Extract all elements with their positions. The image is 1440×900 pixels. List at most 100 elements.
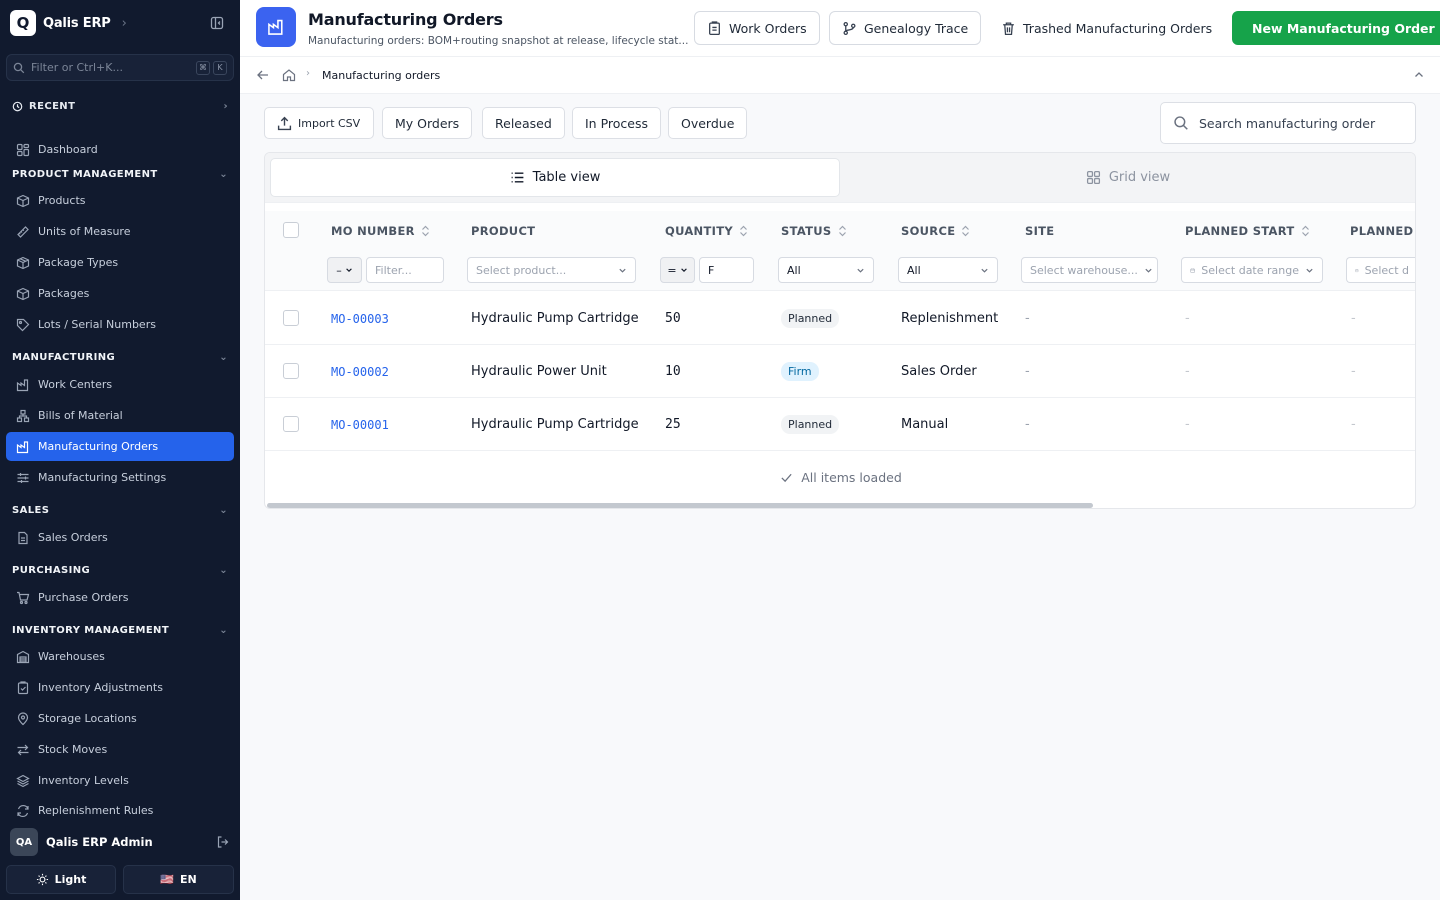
site-filter-select[interactable]: Select warehouse... — [1021, 257, 1158, 283]
product-filter-select[interactable]: Select product... — [467, 257, 636, 283]
product-cell: Hydraulic Pump Cartridge — [471, 311, 639, 326]
quantity-filter-input[interactable]: F — [699, 257, 754, 283]
sidebar-item-manufacturing-settings[interactable]: Manufacturing Settings — [6, 463, 234, 492]
filter-placeholder: Select product... — [476, 263, 567, 277]
recent-section[interactable]: RECENT › — [12, 99, 228, 113]
new-order-label: New Manufacturing Order — [1252, 20, 1435, 36]
genealogy-trace-label: Genealogy Trace — [864, 20, 969, 36]
mo-number-operator-select[interactable]: – — [327, 257, 362, 283]
new-manufacturing-order-button[interactable]: New Manufacturing Order — [1232, 11, 1440, 45]
filter-in-process-button[interactable]: In Process — [572, 107, 662, 139]
sidebar-item-work-centers[interactable]: Work Centers — [6, 370, 234, 399]
sidebar-item-package-types[interactable]: Package Types — [6, 248, 234, 277]
column-header-planned-end[interactable]: PLANNED E — [1350, 224, 1415, 238]
column-label: MO NUMBER — [331, 224, 415, 238]
planned-end-cell: - — [1351, 417, 1356, 432]
section-purchasing[interactable]: PURCHASING ⌄ — [12, 563, 228, 577]
tab-table-view[interactable]: Table view — [270, 158, 840, 197]
sidebar-item-lots-serial-numbers[interactable]: Lots / Serial Numbers — [6, 310, 234, 339]
breadcrumb-current: Manufacturing orders — [322, 69, 441, 82]
column-label: QUANTITY — [665, 224, 733, 238]
theme-toggle-button[interactable]: Light — [6, 865, 116, 894]
mo-number-link[interactable]: MO-00003 — [331, 292, 389, 345]
import-csv-button[interactable]: Import CSV — [264, 107, 374, 139]
section-manufacturing[interactable]: MANUFACTURING ⌄ — [12, 350, 228, 364]
chevron-up-icon[interactable] — [1412, 68, 1426, 82]
status-filter-select[interactable]: All — [778, 257, 874, 283]
operator-value: – — [336, 263, 342, 277]
horizontal-scrollbar[interactable] — [267, 503, 1093, 508]
sidebar-item-packages[interactable]: Packages — [6, 279, 234, 308]
table-row[interactable]: MO-00002 Hydraulic Power Unit 10 Firm Sa… — [265, 345, 1415, 398]
sidebar-collapse-icon[interactable] — [210, 16, 224, 30]
sidebar-item-sales-orders[interactable]: Sales Orders — [6, 523, 234, 552]
home-icon[interactable] — [282, 68, 296, 82]
section-sales[interactable]: SALES ⌄ — [12, 503, 228, 517]
logout-icon[interactable] — [216, 835, 230, 849]
tab-grid-view[interactable]: Grid view — [845, 158, 1411, 197]
table-header: MO NUMBER PRODUCT QUANTITY STATUS SOURCE… — [265, 211, 1415, 291]
sidebar-item-inventory-levels[interactable]: Inventory Levels — [6, 766, 234, 795]
sidebar-item-dashboard[interactable]: Dashboard — [6, 135, 234, 164]
column-header-planned-start[interactable]: PLANNED START — [1185, 224, 1310, 238]
language-button[interactable]: 🇺🇸 EN — [123, 865, 234, 894]
sidebar: Q Qalis ERP › Filter or Ctrl+K... ⌘ K RE… — [0, 0, 240, 900]
section-label: MANUFACTURING — [12, 351, 116, 363]
genealogy-trace-button[interactable]: Genealogy Trace — [829, 11, 982, 45]
filter-overdue-button[interactable]: Overdue — [668, 107, 748, 139]
section-product-management[interactable]: PRODUCT MANAGEMENT ⌄ — [12, 167, 228, 181]
sidebar-item-storage-locations[interactable]: Storage Locations — [6, 704, 234, 733]
chevron-down-icon: ⌄ — [219, 168, 228, 180]
sidebar-item-warehouses[interactable]: Warehouses — [6, 642, 234, 671]
theme-label: Light — [54, 873, 87, 886]
sidebar-item-purchase-orders[interactable]: Purchase Orders — [6, 583, 234, 612]
package-icon — [16, 256, 30, 269]
sidebar-item-replenishment-rules[interactable]: Replenishment Rules — [6, 797, 234, 819]
sidebar-item-inventory-adjustments[interactable]: Inventory Adjustments — [6, 673, 234, 702]
status-badge: Planned — [781, 309, 840, 328]
quantity-operator-select[interactable]: = — [660, 257, 695, 283]
brand[interactable]: Q Qalis ERP › — [10, 10, 127, 36]
column-header-mo-number[interactable]: MO NUMBER — [331, 224, 430, 238]
search-input[interactable]: Search manufacturing order — [1160, 102, 1416, 144]
mo-number-link[interactable]: MO-00002 — [331, 345, 389, 398]
column-header-status[interactable]: STATUS — [781, 224, 847, 238]
column-header-quantity[interactable]: QUANTITY — [665, 224, 748, 238]
user-menu[interactable]: QA Qalis ERP Admin — [0, 826, 240, 858]
mo-number-filter-input[interactable]: Filter... — [366, 257, 444, 283]
sidebar-item-label: Sales Orders — [38, 531, 108, 544]
git-branch-icon — [843, 21, 856, 35]
planned-start-date-range[interactable]: Select date range — [1181, 257, 1323, 283]
sidebar-item-units-of-measure[interactable]: Units of Measure — [6, 217, 234, 246]
select-all-checkbox[interactable] — [283, 222, 299, 238]
filter-my-orders-button[interactable]: My Orders — [382, 107, 473, 139]
column-header-source[interactable]: SOURCE — [901, 224, 970, 238]
ruler-icon — [17, 225, 29, 238]
source-filter-select[interactable]: All — [898, 257, 998, 283]
source-cell: Sales Order — [901, 364, 977, 379]
sidebar-filter-input[interactable]: Filter or Ctrl+K... ⌘ K — [6, 54, 234, 81]
filter-released-button[interactable]: Released — [482, 107, 565, 139]
mo-number-link[interactable]: MO-00001 — [331, 398, 389, 451]
row-checkbox[interactable] — [283, 310, 299, 326]
table-row[interactable]: MO-00001 Hydraulic Pump Cartridge 25 Pla… — [265, 398, 1415, 451]
column-label: STATUS — [781, 224, 832, 238]
sidebar-item-stock-moves[interactable]: Stock Moves — [6, 735, 234, 764]
work-orders-button[interactable]: Work Orders — [694, 11, 820, 45]
kbd-key: ⌘ — [196, 60, 210, 75]
planned-end-date-range[interactable]: Select d — [1346, 257, 1415, 283]
sidebar-item-products[interactable]: Products — [6, 186, 234, 215]
row-checkbox[interactable] — [283, 363, 299, 379]
sidebar-item-label: Units of Measure — [38, 225, 131, 238]
sidebar-item-manufacturing-orders[interactable]: Manufacturing Orders — [6, 432, 234, 461]
search-icon — [13, 62, 25, 73]
sidebar-item-bills-of-material[interactable]: Bills of Material — [6, 401, 234, 430]
section-inventory-management[interactable]: INVENTORY MANAGEMENT ⌄ — [12, 623, 228, 637]
chevron-down-icon: ⌄ — [219, 564, 228, 576]
search-icon — [1174, 116, 1188, 130]
sidebar-item-label: Packages — [38, 287, 90, 300]
trashed-orders-button[interactable]: Trashed Manufacturing Orders — [994, 11, 1220, 45]
table-row[interactable]: MO-00003 Hydraulic Pump Cartridge 50 Pla… — [265, 292, 1415, 345]
row-checkbox[interactable] — [283, 416, 299, 432]
arrow-left-icon[interactable] — [256, 68, 270, 82]
